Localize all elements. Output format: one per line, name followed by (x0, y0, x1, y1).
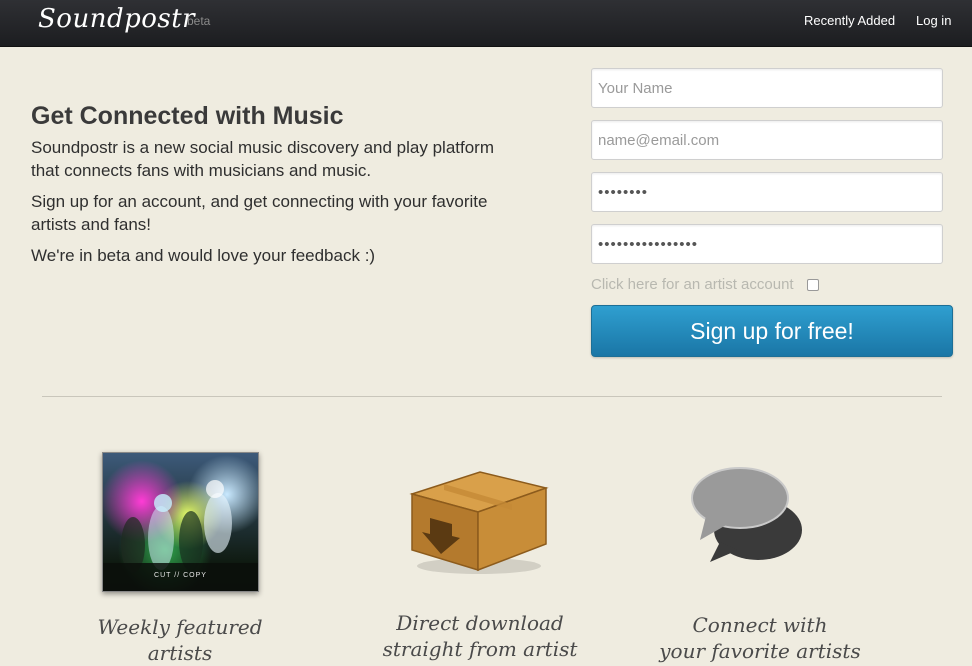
signup-button[interactable]: Sign up for free! (591, 305, 953, 357)
intro-paragraph-3: We're in beta and would love your feedba… (31, 246, 376, 265)
feature-caption-download: Direct download straight from artist (360, 610, 600, 662)
section-divider (42, 396, 942, 397)
email-input[interactable] (591, 120, 943, 160)
nav-recently-added-link[interactable]: Recently Added (804, 13, 895, 28)
feature-caption-connect: Connect with your favorite artists (640, 612, 880, 664)
feature-caption-line: your favorite artists (659, 639, 861, 663)
album-cover-title: CUT // COPY (154, 572, 207, 579)
album-cover-image[interactable]: CUT // COPY (102, 452, 259, 592)
top-nav-bar: Soundpostr beta Recently Added Log in (0, 0, 972, 47)
name-input[interactable] (591, 68, 943, 108)
intro-paragraph-1: Soundpostr is a new social music discove… (31, 138, 494, 180)
artist-account-label[interactable]: Click here for an artist account (591, 276, 794, 293)
feature-caption-line: artists (147, 641, 213, 665)
feature-caption-line: straight from artist (382, 637, 578, 661)
password-input[interactable] (591, 172, 943, 212)
nav-login-link[interactable]: Log in (916, 13, 951, 28)
intro-paragraph-2: Sign up for an account, and get connecti… (31, 192, 488, 234)
brand-logo[interactable]: Soundpostr (38, 4, 195, 34)
beta-badge: beta (187, 14, 211, 28)
download-box-icon (409, 471, 549, 574)
album-figures-art (103, 480, 258, 591)
artist-account-checkbox[interactable] (807, 279, 819, 291)
feature-caption-line: Weekly featured (97, 615, 263, 639)
chat-bubbles-icon (691, 467, 802, 562)
intro-headline: Get Connected with Music (31, 102, 344, 130)
feature-caption-line: Direct download (396, 611, 564, 635)
feature-caption-line: Connect with (692, 613, 828, 637)
password-confirm-input[interactable] (591, 224, 943, 264)
feature-caption-weekly: Weekly featured artists (80, 614, 280, 666)
